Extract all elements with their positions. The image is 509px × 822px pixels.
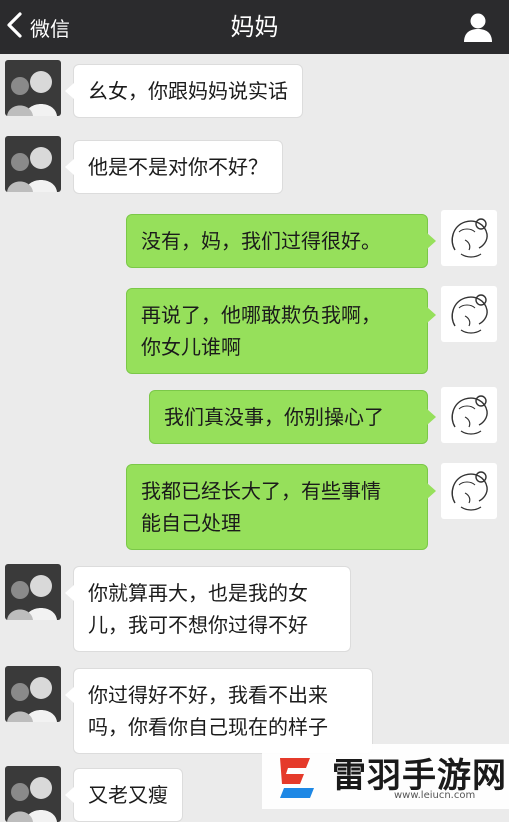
message-bubble-received[interactable]: 幺女，你跟妈妈说实话 xyxy=(65,64,303,118)
message-line: 你就算再大，也是我的女 xyxy=(88,581,308,605)
person-icon xyxy=(464,13,492,42)
profile-button[interactable] xyxy=(461,10,495,44)
avatar-mom[interactable] xyxy=(5,136,61,192)
watermark-url: www.leiucn.com xyxy=(394,790,476,801)
site-watermark: 雷羽手游网 www.leiucn.com xyxy=(262,744,509,809)
message-bubble-sent[interactable]: 没有，妈，我们过得很好。 xyxy=(126,214,436,268)
avatar-mom[interactable] xyxy=(5,666,61,722)
leiyu-logo-icon xyxy=(270,750,324,804)
message-line: 你女儿谁啊 xyxy=(141,335,241,359)
message-text: 幺女，你跟妈妈说实话 xyxy=(88,79,288,103)
avatar-mom[interactable] xyxy=(5,564,61,620)
avatar-me[interactable] xyxy=(441,286,497,342)
message-line: 再说了，他哪敢欺负我啊， xyxy=(141,303,381,327)
message-bubble-received[interactable]: 你就算再大，也是我的女 儿，我可不想你过得不好 xyxy=(65,566,351,652)
message-line: 能自己处理 xyxy=(141,511,241,535)
message-text: 又老又瘦 xyxy=(88,783,168,807)
message-bubble-sent[interactable]: 我都已经长大了，有些事情 能自己处理 xyxy=(126,464,436,550)
message-text: 没有，妈，我们过得很好。 xyxy=(141,229,381,253)
chat-area[interactable]: 幺女，你跟妈妈说实话 他是不是对你不好？ 没有，妈，我们过得很好。 再说了，他哪… xyxy=(0,54,509,822)
message-bubble-received[interactable]: 你过得好不好，我看不出来 吗，你看你自己现在的样子 xyxy=(65,668,373,754)
avatar-me[interactable] xyxy=(441,387,497,443)
message-bubble-sent[interactable]: 再说了，他哪敢欺负我啊， 你女儿谁啊 xyxy=(126,288,436,374)
top-bar: 微信 妈妈 xyxy=(0,0,509,54)
chat-title: 妈妈 xyxy=(230,13,279,41)
message-text: 我们真没事，你别操心了 xyxy=(164,405,384,429)
avatar-mom[interactable] xyxy=(5,766,61,822)
message-bubble-received[interactable]: 又老又瘦 xyxy=(65,768,183,822)
message-line: 我都已经长大了，有些事情 xyxy=(141,479,381,503)
avatar-me[interactable] xyxy=(441,210,497,266)
message-line: 你过得好不好，我看不出来 xyxy=(88,683,328,707)
message-bubble-received[interactable]: 他是不是对你不好？ xyxy=(65,140,283,194)
avatar-mom[interactable] xyxy=(5,60,61,116)
avatar-me[interactable] xyxy=(441,463,497,519)
message-bubble-sent[interactable]: 我们真没事，你别操心了 xyxy=(149,390,436,444)
message-text: 他是不是对你不好？ xyxy=(88,155,268,179)
message-line: 儿，我可不想你过得不好 xyxy=(88,613,308,637)
message-line: 吗，你看你自己现在的样子 xyxy=(88,715,328,739)
